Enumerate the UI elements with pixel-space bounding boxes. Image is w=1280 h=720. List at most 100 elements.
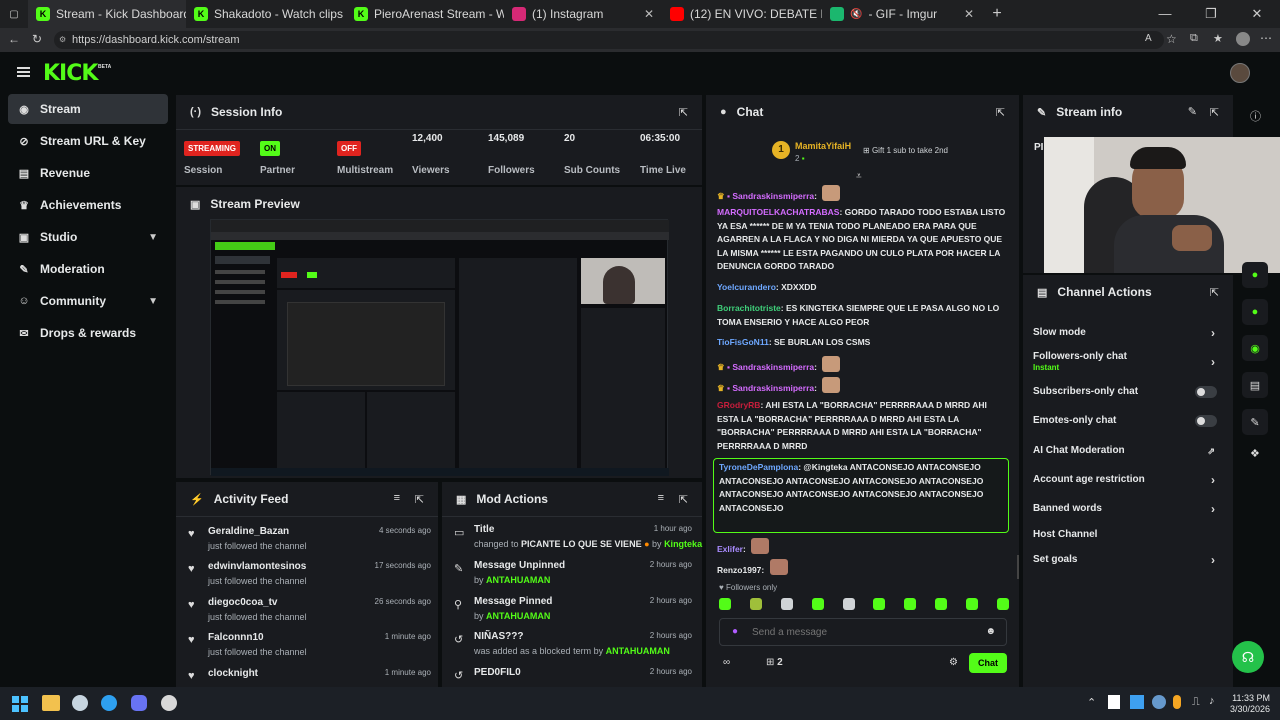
- tab-0[interactable]: K Stream - Kick Dashboard ✕: [28, 0, 186, 28]
- banned-words-row[interactable]: Banned words ›: [1033, 502, 1223, 516]
- chat-scrollbar[interactable]: [1017, 555, 1019, 579]
- feed-username[interactable]: clocknight: [208, 668, 258, 679]
- popout-icon[interactable]: ⇱: [679, 493, 688, 506]
- close-icon[interactable]: ✕: [958, 7, 974, 21]
- chat-username[interactable]: TyroneDePamplona: [719, 462, 798, 472]
- chat-username[interactable]: Exlifer: [717, 544, 743, 554]
- file-explorer-icon[interactable]: [42, 695, 60, 711]
- obs-icon[interactable]: [161, 695, 177, 711]
- new-tab-button[interactable]: +: [982, 5, 1012, 23]
- set-goals-row[interactable]: Set goals ›: [1033, 553, 1223, 567]
- followers-only-row[interactable]: Followers-only chat Instant ›: [1033, 351, 1223, 372]
- info-icon[interactable]: ⓘ: [1250, 108, 1261, 124]
- emote-icon[interactable]: [935, 598, 948, 610]
- steam-icon[interactable]: [72, 695, 88, 711]
- chat-settings-gear-icon[interactable]: ⚙: [949, 657, 958, 668]
- extensions-icon[interactable]: ⧉: [1190, 32, 1198, 45]
- tab-actions-icon[interactable]: ▢: [0, 0, 28, 28]
- profile-avatar[interactable]: [1236, 32, 1250, 46]
- emote-icon[interactable]: [719, 598, 731, 610]
- moderator-name[interactable]: Kingteka: [664, 539, 702, 549]
- microphone-icon[interactable]: [1173, 695, 1181, 709]
- popout-icon[interactable]: ⇱: [996, 106, 1005, 119]
- microphone-icon[interactable]: ●: [732, 626, 738, 637]
- emote-icon[interactable]: [749, 598, 762, 610]
- rail-broadcast-button[interactable]: ◉: [1242, 335, 1268, 361]
- emote-icon[interactable]: [904, 598, 917, 610]
- tab-4[interactable]: (12) EN VIVO: DEBATE PRESIDENC ✕: [662, 0, 822, 28]
- tab-5[interactable]: 🔇 - GIF - Imgur ✕: [822, 0, 982, 28]
- emoji-icon[interactable]: ☻: [985, 626, 996, 637]
- moderator-name[interactable]: ANTAHUAMAN: [606, 646, 670, 656]
- maximize-button[interactable]: ❐: [1188, 6, 1234, 22]
- rail-wrench-button[interactable]: ✎: [1242, 409, 1268, 435]
- kick-logo[interactable]: KICK: [43, 61, 98, 86]
- back-icon[interactable]: ←: [8, 32, 20, 46]
- chat-message-field[interactable]: [752, 624, 972, 640]
- tab-3[interactable]: (1) Instagram ✕: [504, 0, 662, 28]
- subscribers-only-toggle[interactable]: [1195, 386, 1217, 398]
- emotes-only-toggle[interactable]: [1195, 415, 1217, 427]
- sidebar-item-drops-rewards[interactable]: ✉ Drops & rewards: [8, 318, 168, 348]
- edit-pencil-icon[interactable]: ✎: [1188, 105, 1197, 118]
- chat-username[interactable]: Yoelcurandero: [717, 282, 776, 292]
- moderator-name[interactable]: ANTAHUAMAN: [486, 611, 550, 621]
- site-info-icon[interactable]: ⚙: [59, 31, 66, 49]
- ai-moderation-row[interactable]: AI Chat Moderation ⇗: [1033, 445, 1223, 456]
- filter-icon[interactable]: ≡: [394, 492, 400, 504]
- emote-icon[interactable]: [842, 598, 855, 610]
- send-chat-button[interactable]: Chat: [969, 653, 1007, 673]
- feed-username[interactable]: Geraldine_Bazan: [208, 526, 289, 537]
- minimize-button[interactable]: —: [1142, 6, 1188, 22]
- tab-2[interactable]: K PieroArenast Stream - Watch Live ✕: [346, 0, 504, 28]
- muted-speaker-icon[interactable]: 🔇: [850, 9, 862, 20]
- chat-username[interactable]: MARQUITOELKACHATRABAS: [717, 207, 839, 217]
- scroll-pinned-icon[interactable]: ⩡: [856, 171, 862, 182]
- host-channel-row[interactable]: Host Channel: [1033, 529, 1223, 540]
- support-chat-button[interactable]: ☊: [1232, 641, 1264, 673]
- clock[interactable]: 11:33 PM 3/30/2026: [1230, 693, 1270, 714]
- feed-username[interactable]: diegoc0coa_tv: [208, 597, 277, 608]
- sidebar-item-stream-url-key[interactable]: ⊘ Stream URL & Key: [8, 126, 168, 156]
- emote-icon[interactable]: [966, 598, 978, 610]
- chat-username[interactable]: Renzo1997: [717, 565, 761, 575]
- stream-preview-video[interactable]: [210, 219, 669, 476]
- discord-icon[interactable]: [131, 695, 147, 711]
- emote-icon[interactable]: [873, 598, 886, 610]
- chat-username[interactable]: GRodryRB: [717, 400, 760, 410]
- windows-start-icon[interactable]: [12, 696, 28, 712]
- close-icon[interactable]: ✕: [638, 7, 654, 21]
- popout-icon[interactable]: ⇱: [679, 106, 688, 119]
- gift-sub-prompt[interactable]: ⊞ Gift 1 sub to take 2nd: [863, 146, 948, 155]
- chevron-up-icon[interactable]: ⌃: [1087, 696, 1096, 709]
- chat-username[interactable]: Borrachitotriste: [717, 303, 781, 313]
- sidebar-item-achievements[interactable]: ♛ Achievements: [8, 190, 168, 220]
- user-avatar[interactable]: [1230, 63, 1250, 83]
- feed-username[interactable]: edwinvlamontesinos: [208, 561, 306, 572]
- tray-app-icon[interactable]: [1108, 695, 1120, 709]
- sidebar-item-studio[interactable]: ▣ Studio ▼: [8, 222, 168, 252]
- account-age-row[interactable]: Account age restriction ›: [1033, 473, 1223, 487]
- chat-input[interactable]: ● ☻: [719, 618, 1007, 646]
- favorite-star-icon[interactable]: ☆: [1166, 32, 1177, 46]
- shapes-icon[interactable]: ❖: [1250, 447, 1260, 460]
- chat-username[interactable]: Sandraskinsmiperra: [732, 383, 814, 393]
- moderator-name[interactable]: ANTAHUAMAN: [486, 575, 550, 585]
- popout-icon[interactable]: ⇱: [415, 493, 424, 506]
- feed-username[interactable]: Falconnn10: [208, 632, 264, 643]
- popout-icon[interactable]: ⇱: [1210, 106, 1219, 119]
- tray-app-icon[interactable]: [1130, 695, 1144, 709]
- sidebar-item-stream[interactable]: ◉ Stream: [8, 94, 168, 124]
- network-icon[interactable]: ⎍: [1192, 696, 1200, 709]
- tab-1[interactable]: K Shakadoto - Watch clips on Kick ✕: [186, 0, 346, 28]
- filter-icon[interactable]: ≡: [658, 492, 664, 504]
- sidebar-item-community[interactable]: ☺ Community ▼: [8, 286, 168, 316]
- rail-server-button[interactable]: ▤: [1242, 372, 1268, 398]
- tray-app-icon[interactable]: [1152, 695, 1166, 709]
- emote-icon[interactable]: [780, 598, 793, 610]
- read-aloud-icon[interactable]: A: [1145, 33, 1152, 44]
- sidebar-item-revenue[interactable]: ▤ Revenue: [8, 158, 168, 188]
- sidebar-item-moderation[interactable]: ✎ Moderation: [8, 254, 168, 284]
- hamburger-menu-icon[interactable]: [17, 67, 30, 77]
- chat-username[interactable]: TioFisGoN11: [717, 337, 769, 347]
